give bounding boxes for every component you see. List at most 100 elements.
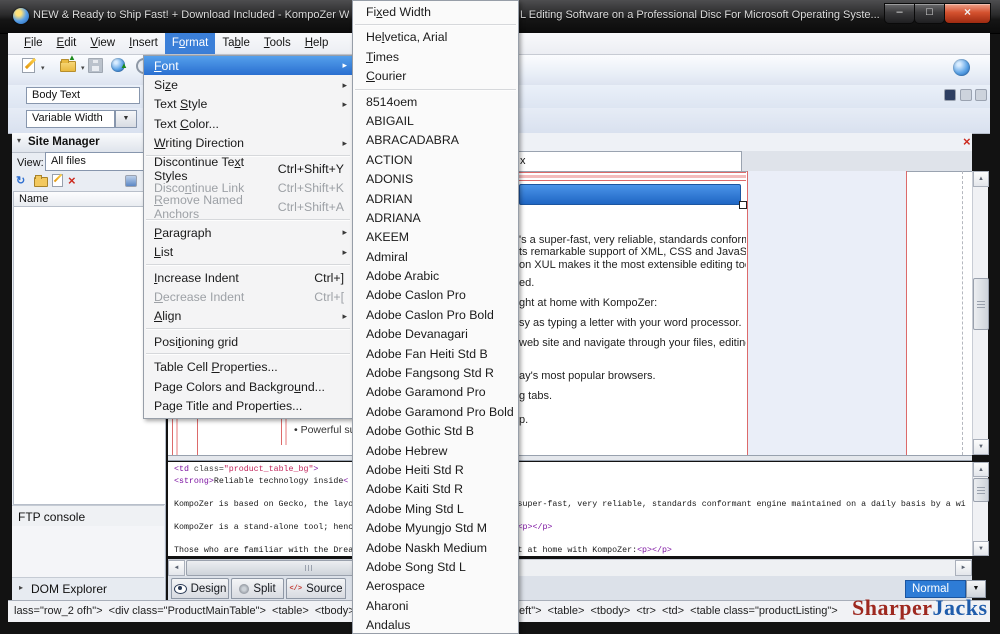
menu-item-writing-direction[interactable]: Writing Direction ▸ bbox=[144, 134, 352, 153]
menu-item-font[interactable]: Font ▸ bbox=[144, 56, 352, 75]
menu-item-page-colors-background[interactable]: Page Colors and Background... bbox=[144, 377, 352, 396]
refresh-icon[interactable]: ↻ bbox=[16, 174, 29, 187]
menu-file[interactable]: File bbox=[17, 33, 50, 54]
scroll-down-icon[interactable]: ▼ bbox=[973, 541, 989, 556]
tab-close-icon[interactable]: × bbox=[963, 134, 971, 149]
font-menu-item[interactable]: Adobe Caslon Pro Bold bbox=[353, 306, 518, 325]
scroll-right-icon[interactable]: ► bbox=[955, 560, 972, 576]
font-menu-item[interactable]: ADONIS bbox=[353, 170, 518, 189]
font-width-select[interactable]: Variable Width bbox=[26, 110, 115, 128]
table-cell-region[interactable] bbox=[748, 171, 906, 455]
font-menu-item[interactable]: Andalus bbox=[353, 616, 518, 634]
font-menu-item[interactable]: Adobe Garamond Pro bbox=[353, 383, 518, 402]
mode-icon-dark[interactable] bbox=[944, 89, 956, 101]
site-manager-header[interactable]: ▾ Site Manager bbox=[12, 133, 164, 153]
status-tag-path-right[interactable]: eft"> <table> <tbody> <tr> <td> <table c… bbox=[519, 605, 838, 617]
font-menu-item-courier[interactable]: Courier bbox=[353, 67, 518, 86]
font-menu-item[interactable]: ACTION bbox=[353, 151, 518, 170]
scroll-up-icon[interactable]: ▲ bbox=[973, 171, 989, 187]
font-width-dropdown-icon[interactable]: ▼ bbox=[115, 110, 137, 128]
scroll-down-icon[interactable]: ▼ bbox=[973, 439, 989, 455]
source-vscroll-thumb[interactable] bbox=[973, 478, 989, 502]
menu-item-positioning-grid[interactable]: Positioning grid bbox=[144, 332, 352, 351]
dom-explorer-header[interactable]: ▸ DOM Explorer bbox=[12, 577, 164, 602]
dom-collapsed-icon[interactable]: ▸ bbox=[19, 583, 23, 592]
mode-icon-light2[interactable] bbox=[975, 89, 987, 101]
menu-item-increase-indent[interactable]: Increase Indent Ctrl+] bbox=[144, 268, 352, 287]
font-menu-item[interactable]: Aerospace bbox=[353, 577, 518, 596]
menu-item-discontinue-text-styles[interactable]: Discontinue Text Styles Ctrl+Shift+Y bbox=[144, 159, 352, 178]
menu-table[interactable]: Table bbox=[215, 33, 257, 54]
font-menu-item[interactable]: Adobe Devanagari bbox=[353, 325, 518, 344]
menu-item-table-cell-properties[interactable]: Table Cell Properties... bbox=[144, 357, 352, 376]
menu-tools[interactable]: Tools bbox=[257, 33, 298, 54]
menu-item-list[interactable]: List ▸ bbox=[144, 243, 352, 262]
font-menu-item-fixed-width[interactable]: Fixed Width bbox=[353, 3, 518, 22]
design-vscroll-thumb[interactable] bbox=[973, 278, 989, 330]
menu-format[interactable]: Format bbox=[165, 33, 215, 54]
save-icon[interactable] bbox=[88, 58, 103, 73]
font-menu-item[interactable]: Adobe Myungjo Std M bbox=[353, 519, 518, 538]
font-menu-item[interactable]: AKEEM bbox=[353, 228, 518, 247]
font-menu-item[interactable]: ABRACADABRA bbox=[353, 131, 518, 150]
font-menu-item[interactable]: Adobe Song Std L bbox=[353, 558, 518, 577]
menu-help[interactable]: Help bbox=[298, 33, 336, 54]
font-menu-item[interactable]: Adobe Caslon Pro bbox=[353, 286, 518, 305]
tab-source[interactable]: </> Source bbox=[286, 578, 346, 599]
menu-view[interactable]: View bbox=[83, 33, 122, 54]
scroll-up-icon[interactable]: ▲ bbox=[973, 462, 989, 477]
scroll-left-icon[interactable]: ◄ bbox=[168, 560, 185, 576]
font-menu-item[interactable]: 8514oem bbox=[353, 93, 518, 112]
tab-design[interactable]: Design bbox=[171, 578, 229, 599]
delete-icon[interactable]: × bbox=[68, 173, 76, 188]
maximize-button[interactable]: □ bbox=[914, 3, 945, 24]
minimize-button[interactable]: – bbox=[884, 3, 915, 24]
status-tag-path-left[interactable]: lass="row_2 ofh"> <div class="ProductMai… bbox=[14, 605, 352, 617]
font-menu-item[interactable]: Adobe Heiti Std R bbox=[353, 461, 518, 480]
design-vscrollbar[interactable]: ▲ ▼ bbox=[972, 171, 988, 455]
selected-element[interactable] bbox=[519, 184, 741, 205]
browser-globe-icon[interactable] bbox=[953, 59, 970, 76]
open-icon[interactable] bbox=[60, 61, 76, 72]
ftp-console-header[interactable]: FTP console bbox=[12, 505, 164, 528]
font-menu-item[interactable]: Adobe Naskh Medium bbox=[353, 539, 518, 558]
menu-insert[interactable]: Insert bbox=[122, 33, 165, 54]
paragraph-format-select[interactable]: Body Text bbox=[26, 87, 140, 104]
source-vscrollbar[interactable]: ▲ ▼ bbox=[972, 462, 988, 556]
menu-item-paragraph[interactable]: Paragraph ▸ bbox=[144, 223, 352, 242]
new-folder-icon[interactable] bbox=[34, 177, 48, 187]
menu-item-text-color[interactable]: Text Color... bbox=[144, 114, 352, 133]
close-button[interactable]: × bbox=[944, 3, 991, 24]
tab-split[interactable]: Split bbox=[231, 578, 284, 599]
font-menu-item[interactable]: Adobe Garamond Pro Bold bbox=[353, 403, 518, 422]
menu-item-text-style[interactable]: Text Style ▸ bbox=[144, 95, 352, 114]
font-menu-item[interactable]: Adobe Fan Heiti Std B bbox=[353, 345, 518, 364]
font-menu-item[interactable]: Admiral bbox=[353, 248, 518, 267]
font-menu-item[interactable]: Adobe Ming Std L bbox=[353, 500, 518, 519]
menu-edit[interactable]: Edit bbox=[50, 33, 84, 54]
open-dropdown-icon[interactable]: ▾ bbox=[81, 64, 85, 72]
source-view[interactable]: <td class="product_table_bg"><strong>Rel… bbox=[168, 462, 972, 556]
pane-splitter[interactable] bbox=[168, 455, 972, 461]
font-menu-item[interactable]: Adobe Fangsong Std R bbox=[353, 364, 518, 383]
panel-view-icon[interactable] bbox=[125, 175, 137, 187]
font-menu-item[interactable]: Adobe Hebrew bbox=[353, 442, 518, 461]
font-menu-item[interactable]: Adobe Arabic bbox=[353, 267, 518, 286]
font-menu-item-helvetica-arial[interactable]: Helvetica, Arial bbox=[353, 28, 518, 47]
resize-handle[interactable] bbox=[739, 201, 747, 209]
menu-item-align[interactable]: Align ▸ bbox=[144, 307, 352, 326]
new-dropdown-icon[interactable]: ▾ bbox=[41, 64, 45, 72]
editor-hscrollbar[interactable]: ◄ ► bbox=[168, 559, 972, 576]
menu-item-page-title-properties[interactable]: Page Title and Properties... bbox=[144, 396, 352, 415]
mode-icon-light1[interactable] bbox=[960, 89, 972, 101]
font-menu-item[interactable]: ADRIANA bbox=[353, 209, 518, 228]
collapse-icon[interactable]: ▾ bbox=[17, 136, 21, 145]
font-menu-item[interactable]: ADRIAN bbox=[353, 190, 518, 209]
font-menu-item[interactable]: Adobe Gothic Std B bbox=[353, 422, 518, 441]
font-menu-item[interactable]: Adobe Kaiti Std R bbox=[353, 480, 518, 499]
name-column-header[interactable]: Name bbox=[13, 191, 164, 207]
menu-item-size[interactable]: Size ▸ bbox=[144, 75, 352, 94]
font-menu-item[interactable]: ABIGAIL bbox=[353, 112, 518, 131]
font-menu-item[interactable]: Aharoni bbox=[353, 597, 518, 616]
font-menu-item-times[interactable]: Times bbox=[353, 48, 518, 67]
